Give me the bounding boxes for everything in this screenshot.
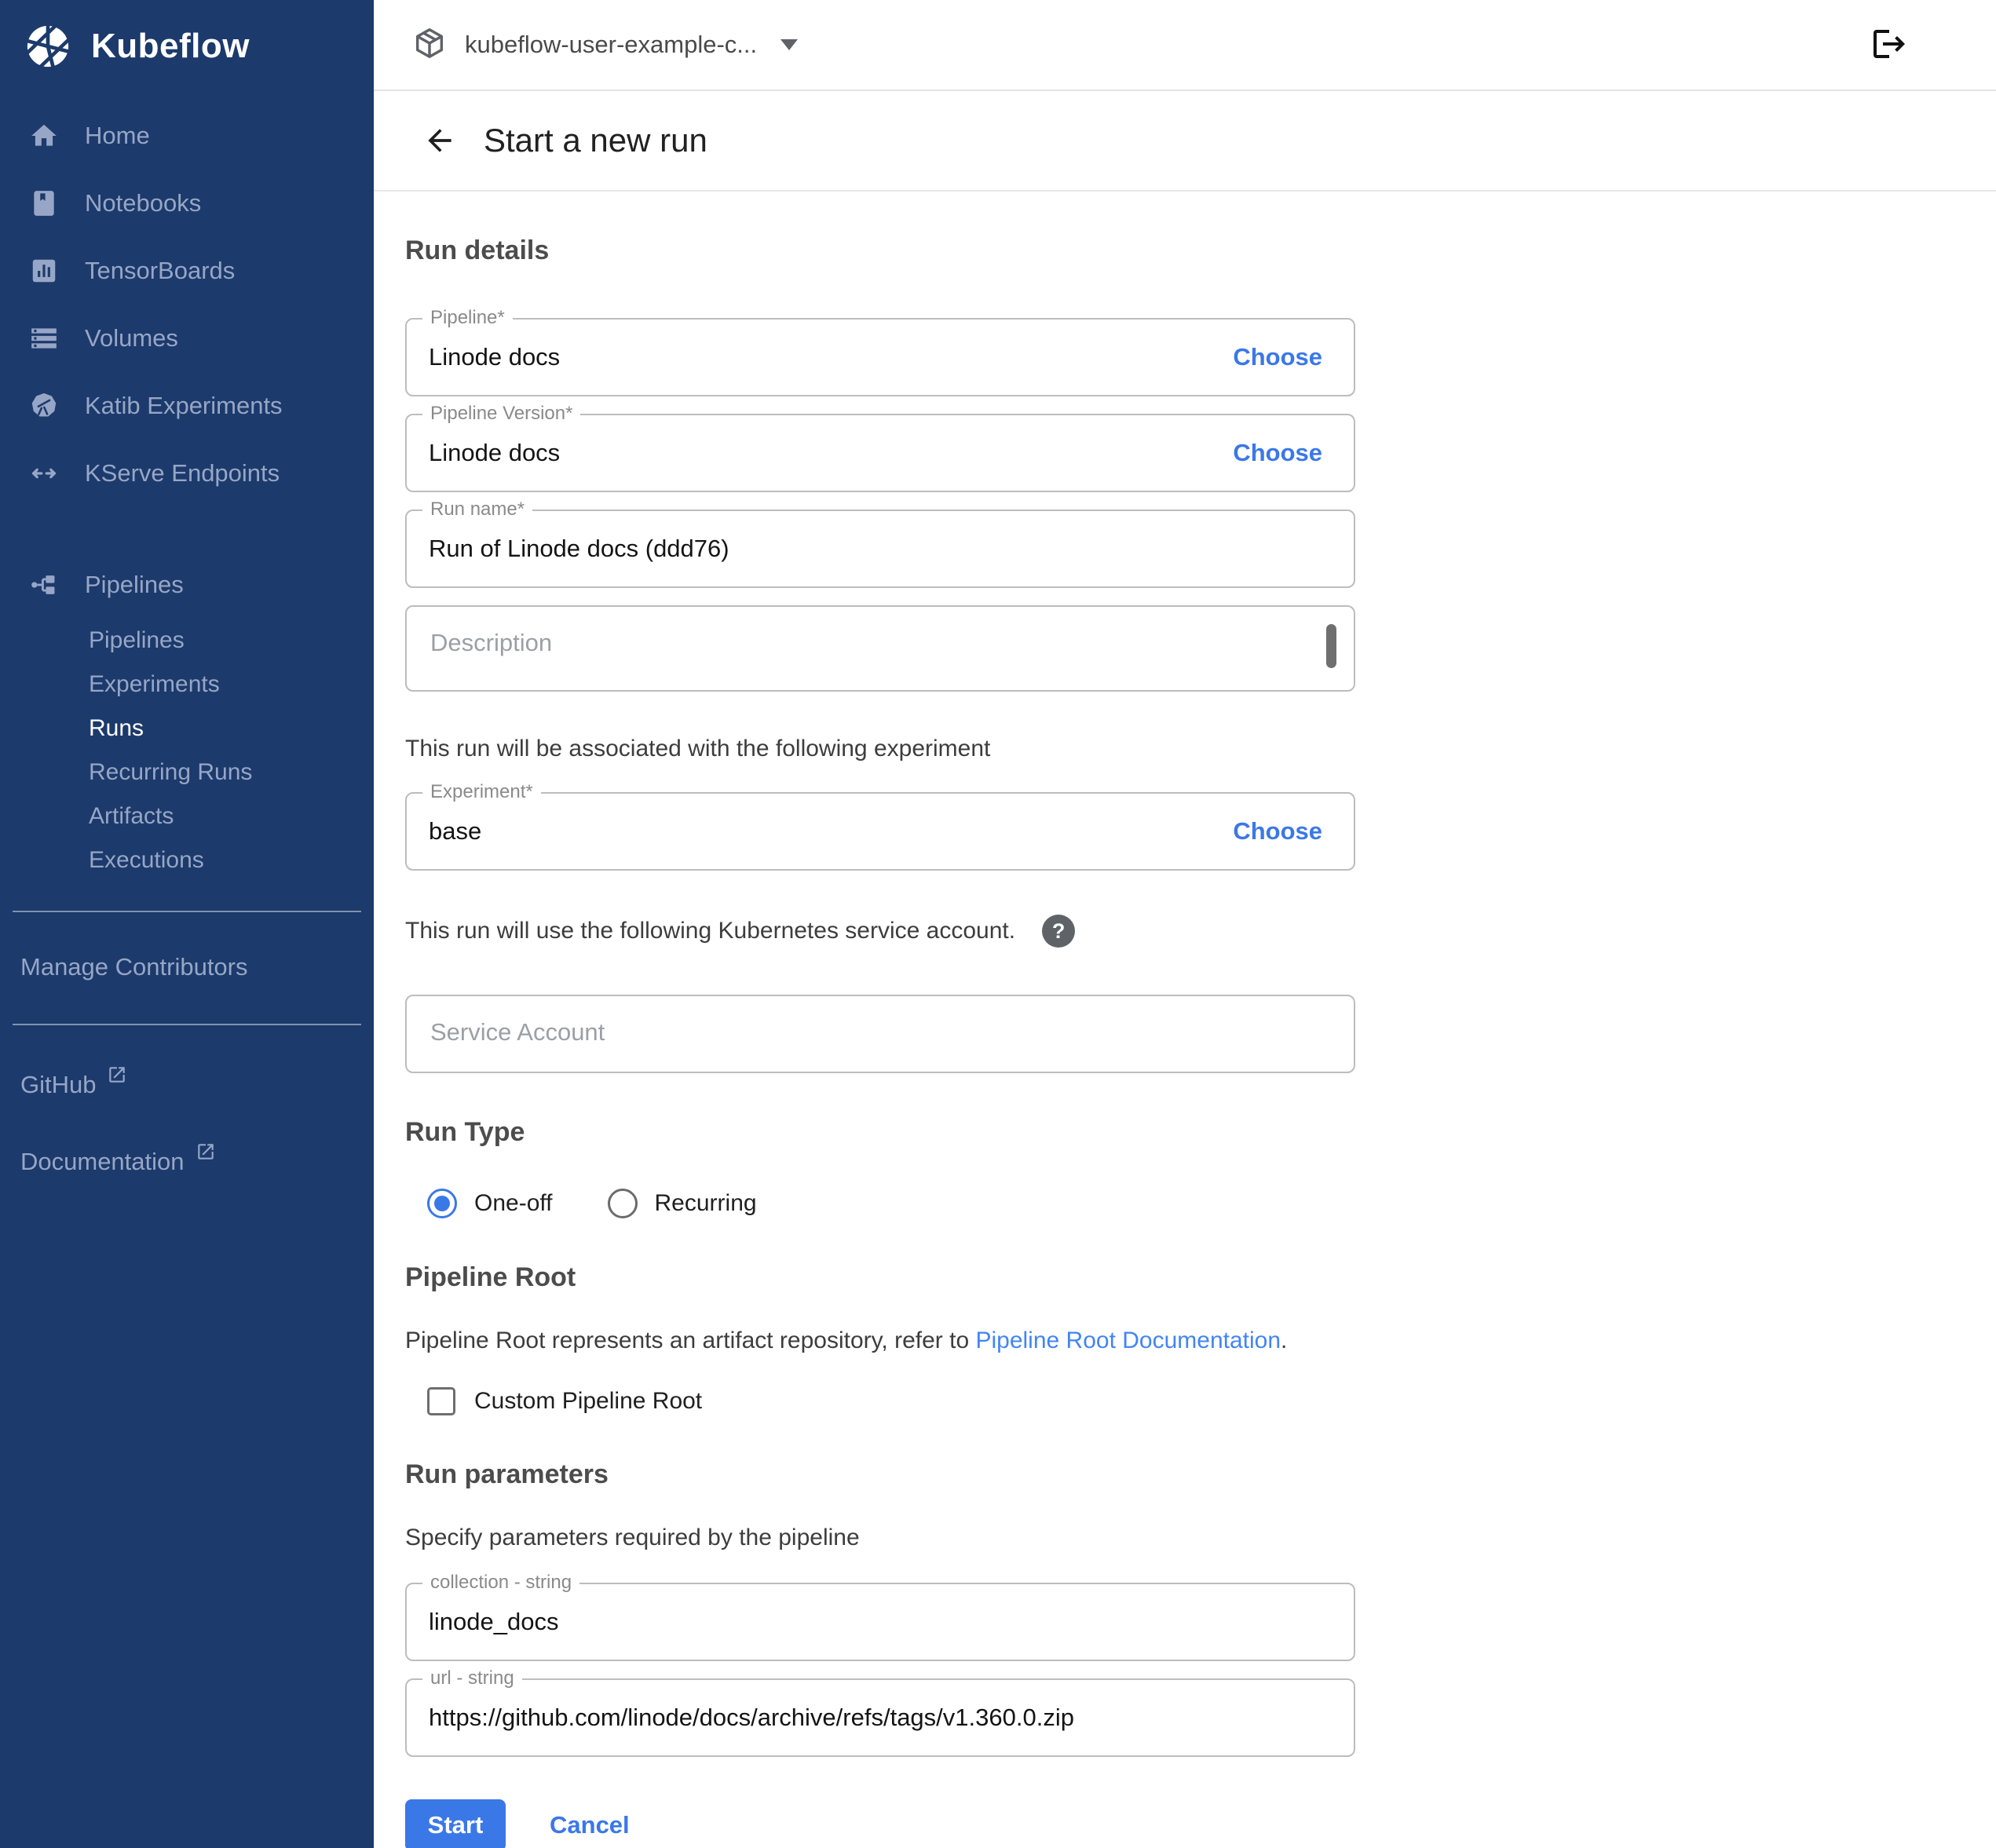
run-name-field[interactable]: Run name* Run of Linode docs (ddd76): [405, 509, 1355, 588]
storage-icon: [27, 323, 61, 353]
experiment-choose-button[interactable]: Choose: [1233, 817, 1322, 845]
run-name-field-label: Run name*: [422, 499, 532, 520]
external-link-icon: [196, 1148, 216, 1176]
pipeline-field[interactable]: Pipeline* Linode docs Choose: [405, 318, 1355, 396]
run-type-options: One-off Recurring: [427, 1189, 1996, 1218]
logo-text: Kubeflow: [91, 27, 250, 66]
form-actions: Start Cancel: [405, 1799, 1996, 1848]
sidebar-item-recurring-runs[interactable]: Recurring Runs: [0, 751, 374, 794]
experiment-note: This run will be associated with the fol…: [405, 736, 1996, 762]
pipeline-field-value: Linode docs: [429, 343, 560, 371]
url-param-field[interactable]: url - string https://github.com/linode/d…: [405, 1678, 1355, 1757]
one-off-radio[interactable]: [427, 1189, 457, 1218]
sidebar-item-experiments[interactable]: Experiments: [0, 663, 374, 707]
kubeflow-logo-icon: [22, 20, 74, 72]
home-icon: [27, 121, 61, 151]
sidebar-link-documentation[interactable]: Documentation: [0, 1148, 374, 1176]
service-account-note: This run will use the following Kubernet…: [405, 918, 1015, 944]
sidebar-item-katib-experiments[interactable]: Katib Experiments: [0, 372, 374, 440]
page-title: Start a new run: [484, 122, 707, 159]
custom-pipeline-root-label: Custom Pipeline Root: [474, 1388, 702, 1415]
pipeline-version-field[interactable]: Pipeline Version* Linode docs Choose: [405, 414, 1355, 492]
service-account-placeholder: Service Account: [430, 1018, 605, 1046]
description-placeholder: Description: [430, 629, 552, 657]
sidebar-divider-2: [13, 1024, 361, 1025]
custom-pipeline-root-checkbox[interactable]: [427, 1387, 455, 1415]
section-run-type: Run Type: [405, 1117, 1996, 1148]
sidebar-item-home[interactable]: Home: [0, 102, 374, 170]
section-run-details: Run details: [405, 236, 1996, 266]
one-off-label: One-off: [474, 1190, 553, 1217]
pipeline-version-field-label: Pipeline Version*: [422, 403, 580, 425]
notebook-icon: [27, 188, 61, 218]
namespace-label: kubeflow-user-example-c...: [465, 31, 757, 59]
experiment-field[interactable]: Experiment* base Choose: [405, 792, 1355, 871]
pipeline-root-doc-link[interactable]: Pipeline Root Documentation: [975, 1328, 1281, 1353]
main-area: kubeflow-user-example-c... Start a new r…: [374, 0, 1996, 1848]
section-pipeline-root: Pipeline Root: [405, 1262, 1996, 1293]
run-parameters-note: Specify parameters required by the pipel…: [405, 1525, 1996, 1551]
resize-handle[interactable]: [1326, 624, 1336, 668]
experiment-field-label: Experiment*: [422, 781, 541, 803]
logout-icon: [1870, 53, 1908, 66]
start-button[interactable]: Start: [405, 1799, 506, 1848]
sidebar-item-volumes[interactable]: Volumes: [0, 305, 374, 372]
topbar: kubeflow-user-example-c...: [374, 0, 1996, 91]
run-form: Run details Pipeline* Linode docs Choose…: [374, 192, 1996, 1848]
katib-icon: [27, 391, 61, 421]
pipelines-subnav: Pipelines Experiments Runs Recurring Run…: [0, 619, 374, 882]
pipelines-icon: [27, 570, 61, 600]
bar-chart-icon: [27, 256, 61, 286]
namespace-selector[interactable]: kubeflow-user-example-c...: [411, 25, 798, 65]
custom-pipeline-root-row: Custom Pipeline Root: [427, 1387, 1996, 1415]
service-account-note-row: This run will use the following Kubernet…: [405, 915, 1996, 948]
sidebar: Kubeflow Home Notebooks TensorBoards: [0, 0, 374, 1848]
url-param-value: https://github.com/linode/docs/archive/r…: [429, 1704, 1074, 1732]
run-name-field-value: Run of Linode docs (ddd76): [429, 535, 729, 563]
description-field[interactable]: Description: [405, 605, 1355, 692]
sidebar-nav: Home Notebooks TensorBoards Volumes: [0, 102, 374, 882]
sidebar-item-artifacts[interactable]: Artifacts: [0, 794, 374, 838]
sidebar-item-executions[interactable]: Executions: [0, 838, 374, 882]
url-param-label: url - string: [422, 1667, 522, 1689]
collection-param-field[interactable]: collection - string linode_docs: [405, 1583, 1355, 1661]
sidebar-item-tensorboards[interactable]: TensorBoards: [0, 237, 374, 305]
pipeline-field-label: Pipeline*: [422, 307, 513, 329]
sidebar-item-manage-contributors[interactable]: Manage Contributors: [0, 953, 374, 981]
help-icon[interactable]: ?: [1042, 915, 1075, 948]
external-link-icon: [107, 1071, 127, 1099]
kubeflow-app: Kubeflow Home Notebooks TensorBoards: [0, 0, 1996, 1848]
kubeflow-logo: Kubeflow: [0, 0, 374, 72]
sidebar-item-runs[interactable]: Runs: [0, 707, 374, 751]
sidebar-item-kserve-endpoints[interactable]: KServe Endpoints: [0, 440, 374, 507]
logout-button[interactable]: [1870, 25, 1908, 67]
experiment-field-value: base: [429, 817, 481, 845]
arrows-icon: [27, 458, 61, 488]
package-cube-icon: [411, 25, 448, 65]
collection-param-label: collection - string: [422, 1572, 579, 1594]
sidebar-item-pipelines-group[interactable]: Pipelines: [0, 551, 374, 619]
service-account-field[interactable]: Service Account: [405, 995, 1355, 1073]
sidebar-divider: [13, 911, 361, 912]
page-header: Start a new run: [374, 91, 1996, 192]
pipeline-root-note: Pipeline Root represents an artifact rep…: [405, 1328, 1996, 1354]
chevron-down-icon: [780, 39, 798, 50]
collection-param-value: linode_docs: [429, 1608, 558, 1636]
section-run-parameters: Run parameters: [405, 1459, 1996, 1490]
sidebar-item-notebooks[interactable]: Notebooks: [0, 170, 374, 237]
pipeline-version-choose-button[interactable]: Choose: [1233, 439, 1322, 467]
back-button[interactable]: [422, 123, 457, 158]
cancel-button[interactable]: Cancel: [550, 1811, 630, 1839]
recurring-label: Recurring: [655, 1190, 757, 1217]
pipeline-version-field-value: Linode docs: [429, 439, 560, 467]
sidebar-item-pipelines[interactable]: Pipelines: [0, 619, 374, 663]
pipeline-choose-button[interactable]: Choose: [1233, 343, 1322, 371]
recurring-radio[interactable]: [608, 1189, 638, 1218]
sidebar-link-github[interactable]: GitHub: [0, 1071, 374, 1099]
arrow-back-icon: [422, 123, 457, 158]
